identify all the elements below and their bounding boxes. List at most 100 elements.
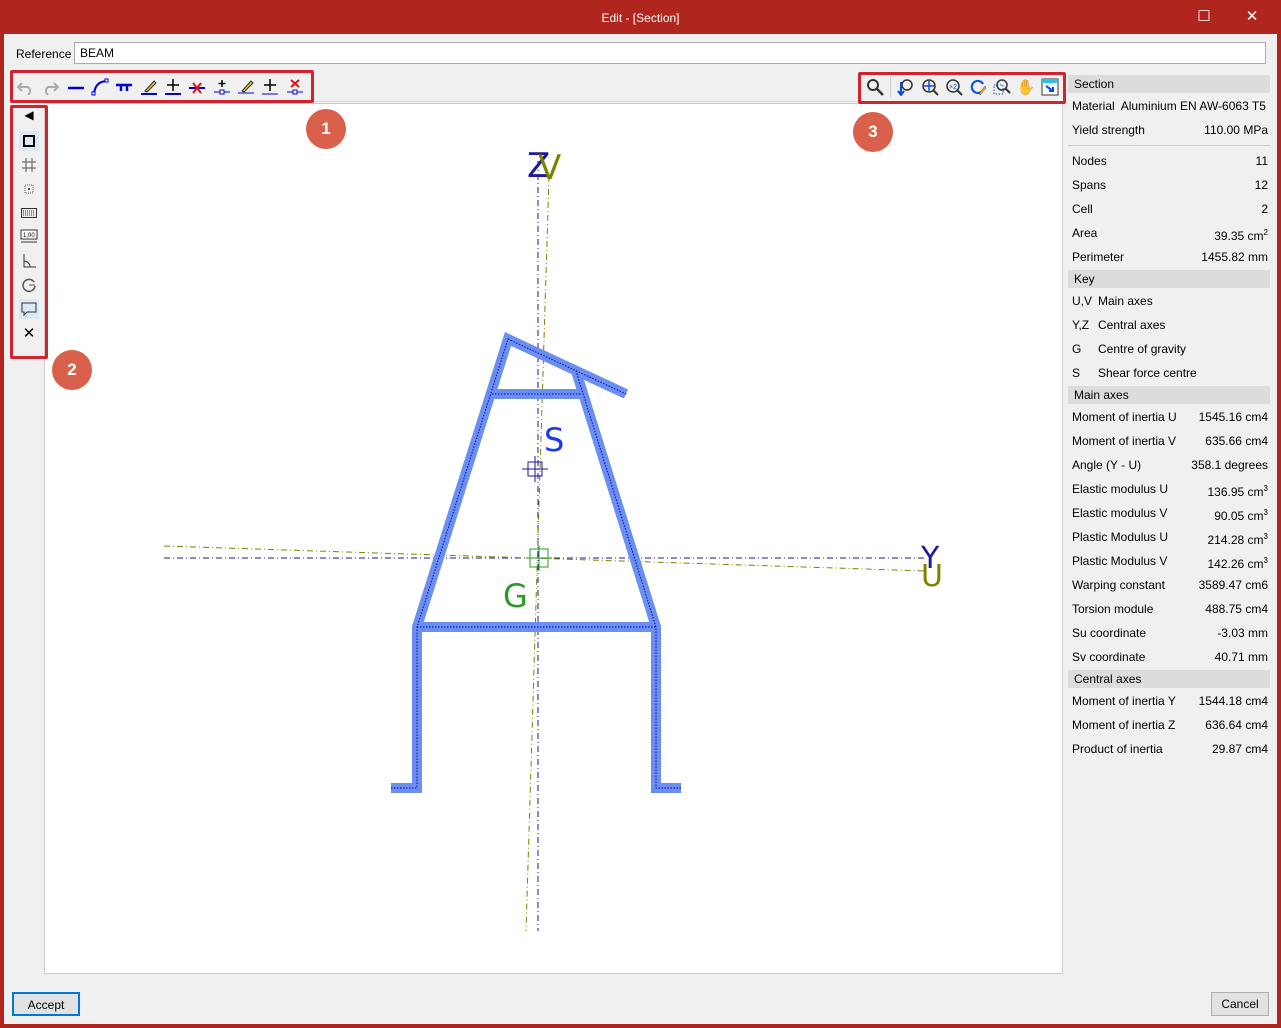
shear-centre-label: S	[544, 421, 564, 459]
maximize-icon[interactable]: ☐	[1189, 6, 1219, 28]
accept-button[interactable]: Accept	[12, 992, 80, 1016]
highlight-box-2	[10, 105, 48, 359]
property-value: 11	[1255, 154, 1268, 168]
property-row: Angle (Y - U) 358.1 degrees	[1068, 453, 1270, 477]
property-value: 488.75 cm4	[1205, 602, 1268, 616]
property-row: Elastic modulus V 90.05 cm3	[1068, 501, 1270, 525]
title-bar: Edit - [Section] ☐ ✕	[0, 0, 1281, 34]
badge-1: 1	[306, 109, 346, 149]
section-header: Section	[1068, 75, 1270, 93]
property-label: Spans	[1072, 178, 1107, 192]
yield-row: Yield strength 110.00 MPa	[1068, 118, 1270, 142]
property-label: Perimeter	[1072, 250, 1125, 264]
drawing-canvas[interactable]: Z V Y U S G	[44, 103, 1063, 974]
highlight-box-1	[10, 70, 314, 103]
property-row: Moment of inertia U 1545.16 cm4	[1068, 405, 1270, 429]
key-symbol: S	[1072, 366, 1081, 380]
key-description: Centre of gravity	[1098, 342, 1187, 356]
property-value: 12	[1254, 178, 1268, 192]
property-label: Sv coordinate	[1072, 650, 1146, 664]
key-header: Key	[1068, 270, 1270, 288]
key-row: Y,Z Central axes	[1068, 313, 1270, 337]
property-value: 358.1 degrees	[1191, 458, 1268, 472]
material-row: Material Aluminium EN AW-6063 T5	[1068, 94, 1270, 118]
property-value: 40.71 mm	[1214, 650, 1268, 664]
property-row: Elastic modulus U 136.95 cm3	[1068, 477, 1270, 501]
property-value: 1545.16 cm4	[1198, 410, 1268, 424]
section-shape	[391, 332, 681, 793]
highlight-box-3	[858, 72, 1066, 104]
property-row: Su coordinate -3.03 mm	[1068, 621, 1270, 645]
property-value: 2	[1261, 202, 1268, 216]
main-axes-header: Main axes	[1068, 386, 1270, 404]
property-value: 635.66 cm4	[1205, 434, 1268, 448]
dialog-body: Reference ×2 ✋	[4, 34, 1277, 1024]
property-value: 39.35 cm2	[1214, 228, 1268, 243]
property-value: 90.05 cm3	[1214, 508, 1268, 523]
property-label: Torsion module	[1072, 602, 1154, 616]
property-label: Moment of inertia U	[1072, 410, 1177, 424]
property-row: Nodes 11	[1068, 149, 1270, 173]
property-label: Angle (Y - U)	[1072, 458, 1142, 472]
reference-input[interactable]	[74, 42, 1266, 64]
property-label: Nodes	[1072, 154, 1107, 168]
property-row: Plastic Modulus U 214.28 cm3	[1068, 525, 1270, 549]
key-description: Shear force centre	[1098, 366, 1197, 380]
property-row: Moment of inertia Y 1544.18 cm4	[1068, 689, 1270, 713]
axis-v-label: V	[538, 148, 561, 188]
yield-value: 110.00 MPa	[1204, 123, 1268, 137]
key-row: S Shear force centre	[1068, 361, 1270, 385]
property-label: Warping constant	[1072, 578, 1165, 592]
key-row: G Centre of gravity	[1068, 337, 1270, 361]
property-label: Plastic Modulus V	[1072, 554, 1168, 568]
properties-panel: Section Material Aluminium EN AW-6063 T5…	[1068, 74, 1270, 761]
key-symbol: U,V	[1072, 294, 1093, 308]
property-label: Moment of inertia Z	[1072, 718, 1176, 732]
key-symbol: G	[1072, 342, 1082, 356]
property-value: 142.26 cm3	[1207, 556, 1269, 571]
key-symbol: Y,Z	[1072, 318, 1090, 332]
property-value: 3589.47 cm6	[1198, 578, 1268, 592]
property-label: Cell	[1072, 202, 1093, 216]
property-row: Product of inertia 29.87 cm4	[1068, 737, 1270, 761]
material-value: Aluminium EN AW-6063 T5	[1120, 99, 1266, 113]
property-label: Elastic modulus U	[1072, 482, 1169, 496]
property-row: Cell 2	[1068, 197, 1270, 221]
cancel-button[interactable]: Cancel	[1211, 992, 1269, 1016]
yield-label: Yield strength	[1072, 123, 1145, 137]
property-value: -3.03 mm	[1217, 626, 1268, 640]
key-description: Central axes	[1098, 318, 1166, 332]
property-value: 1455.82 mm	[1201, 250, 1268, 264]
window-title: Edit - [Section]	[601, 11, 680, 25]
property-label: Area	[1072, 226, 1098, 240]
reference-label: Reference	[16, 47, 72, 61]
badge-3: 3	[853, 112, 893, 152]
key-row: U,V Main axes	[1068, 289, 1270, 313]
property-row: Torsion module 488.75 cm4	[1068, 597, 1270, 621]
central-axes-header: Central axes	[1068, 670, 1270, 688]
axis-u-label: U	[921, 559, 943, 594]
property-row: Sv coordinate 40.71 mm	[1068, 645, 1270, 669]
property-label: Product of inertia	[1072, 742, 1163, 756]
property-label: Moment of inertia Y	[1072, 694, 1176, 708]
property-row: Area 39.35 cm2	[1068, 221, 1270, 245]
property-row: Perimeter 1455.82 mm	[1068, 245, 1270, 269]
property-row: Moment of inertia V 635.66 cm4	[1068, 429, 1270, 453]
centre-of-gravity-marker	[526, 545, 552, 571]
property-value: 136.95 cm3	[1207, 484, 1269, 499]
axis-v-line	[525, 175, 550, 932]
shear-centre-marker	[522, 456, 548, 482]
property-label: Su coordinate	[1072, 626, 1147, 640]
property-value: 214.28 cm3	[1207, 532, 1269, 547]
property-value: 636.64 cm4	[1205, 718, 1268, 732]
material-label: Material	[1072, 99, 1115, 113]
key-description: Main axes	[1098, 294, 1153, 308]
property-label: Elastic modulus V	[1072, 506, 1168, 520]
property-value: 29.87 cm4	[1211, 742, 1268, 756]
property-row: Moment of inertia Z 636.64 cm4	[1068, 713, 1270, 737]
property-label: Moment of inertia V	[1072, 434, 1177, 448]
property-row: Warping constant 3589.47 cm6	[1068, 573, 1270, 597]
property-label: Plastic Modulus U	[1072, 530, 1169, 544]
close-icon[interactable]: ✕	[1237, 6, 1267, 28]
property-row: Spans 12	[1068, 173, 1270, 197]
